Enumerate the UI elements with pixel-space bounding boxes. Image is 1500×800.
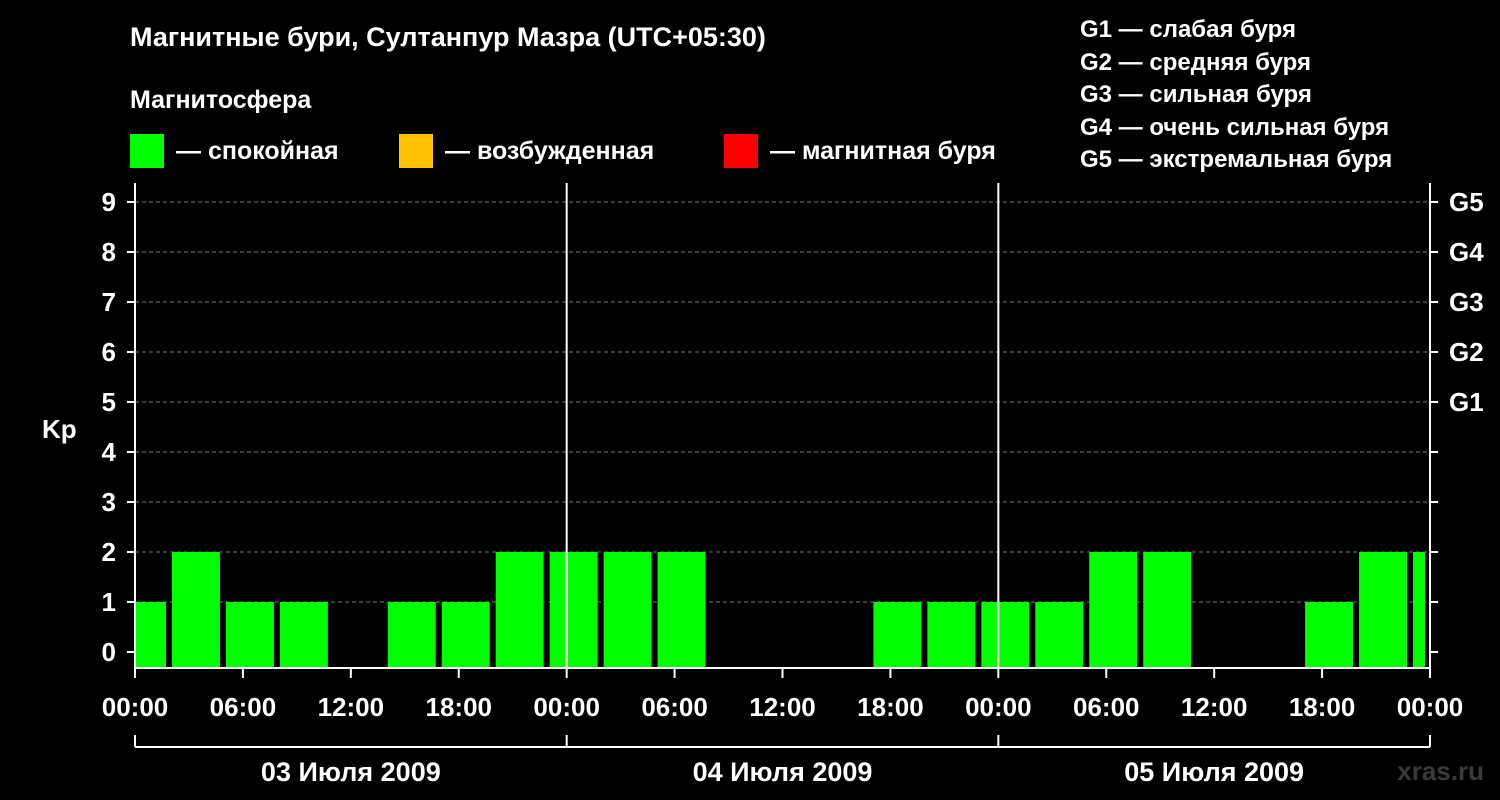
day-label: 04 Июля 2009 bbox=[693, 757, 873, 787]
x-tick-label: 06:00 bbox=[210, 692, 277, 722]
x-tick-label: 00:00 bbox=[102, 692, 169, 722]
kp-bar bbox=[1359, 552, 1408, 668]
kp-bar bbox=[1143, 552, 1192, 668]
y-tick-label: 2 bbox=[102, 537, 116, 567]
kp-bar bbox=[1413, 552, 1425, 668]
kp-bar bbox=[873, 602, 922, 668]
kp-bar bbox=[387, 602, 436, 668]
g-level-label: G4 bbox=[1449, 237, 1484, 267]
x-tick-label: 12:00 bbox=[749, 692, 816, 722]
y-tick-label: 0 bbox=[102, 637, 116, 667]
y-tick-label: 6 bbox=[102, 337, 116, 367]
kp-bar bbox=[603, 552, 652, 668]
y-axis-label: Kp bbox=[42, 414, 77, 444]
g-level-label: G1 bbox=[1449, 387, 1484, 417]
day-label: 05 Июля 2009 bbox=[1124, 757, 1304, 787]
g-level-label: G5 bbox=[1449, 187, 1484, 217]
kp-bar bbox=[1089, 552, 1138, 668]
kp-bar bbox=[495, 552, 544, 668]
x-tick-label: 12:00 bbox=[1181, 692, 1248, 722]
kp-chart: 0 1 2 3 4 5 6 7 8 9 Kp G1 G2 G3 G4 G5 00:00 06:00 12:00 18:… bbox=[42, 183, 1484, 787]
kp-bar bbox=[1035, 602, 1084, 668]
kp-bar bbox=[225, 602, 274, 668]
kp-bar bbox=[441, 602, 490, 668]
y-tick-label: 7 bbox=[102, 287, 116, 317]
y-tick-label: 3 bbox=[102, 487, 116, 517]
y-tick-label: 5 bbox=[102, 387, 116, 417]
day-label: 03 Июля 2009 bbox=[261, 757, 441, 787]
x-tick-label: 18:00 bbox=[857, 692, 924, 722]
kp-bar bbox=[136, 602, 166, 668]
x-tick-label: 00:00 bbox=[533, 692, 600, 722]
x-tick-label: 06:00 bbox=[641, 692, 708, 722]
x-tick-label: 06:00 bbox=[1073, 692, 1140, 722]
x-tick-label: 00:00 bbox=[965, 692, 1032, 722]
watermark: xras.ru bbox=[1397, 756, 1484, 786]
g-level-label: G2 bbox=[1449, 337, 1484, 367]
y-tick-label: 8 bbox=[102, 237, 116, 267]
kp-bar bbox=[279, 602, 328, 668]
x-tick-label: 00:00 bbox=[1397, 692, 1464, 722]
x-tick-label: 18:00 bbox=[1289, 692, 1356, 722]
y-tick-label: 9 bbox=[102, 187, 116, 217]
x-tick-label: 18:00 bbox=[426, 692, 493, 722]
kp-bar bbox=[1305, 602, 1354, 668]
x-tick-label: 12:00 bbox=[318, 692, 385, 722]
kp-bar bbox=[927, 602, 976, 668]
kp-bar bbox=[981, 602, 1030, 668]
kp-bar bbox=[171, 552, 220, 668]
kp-bar bbox=[549, 552, 598, 668]
y-tick-label: 1 bbox=[102, 587, 116, 617]
g-level-label: G3 bbox=[1449, 287, 1484, 317]
y-tick-label: 4 bbox=[102, 437, 117, 467]
kp-bar bbox=[657, 552, 706, 668]
